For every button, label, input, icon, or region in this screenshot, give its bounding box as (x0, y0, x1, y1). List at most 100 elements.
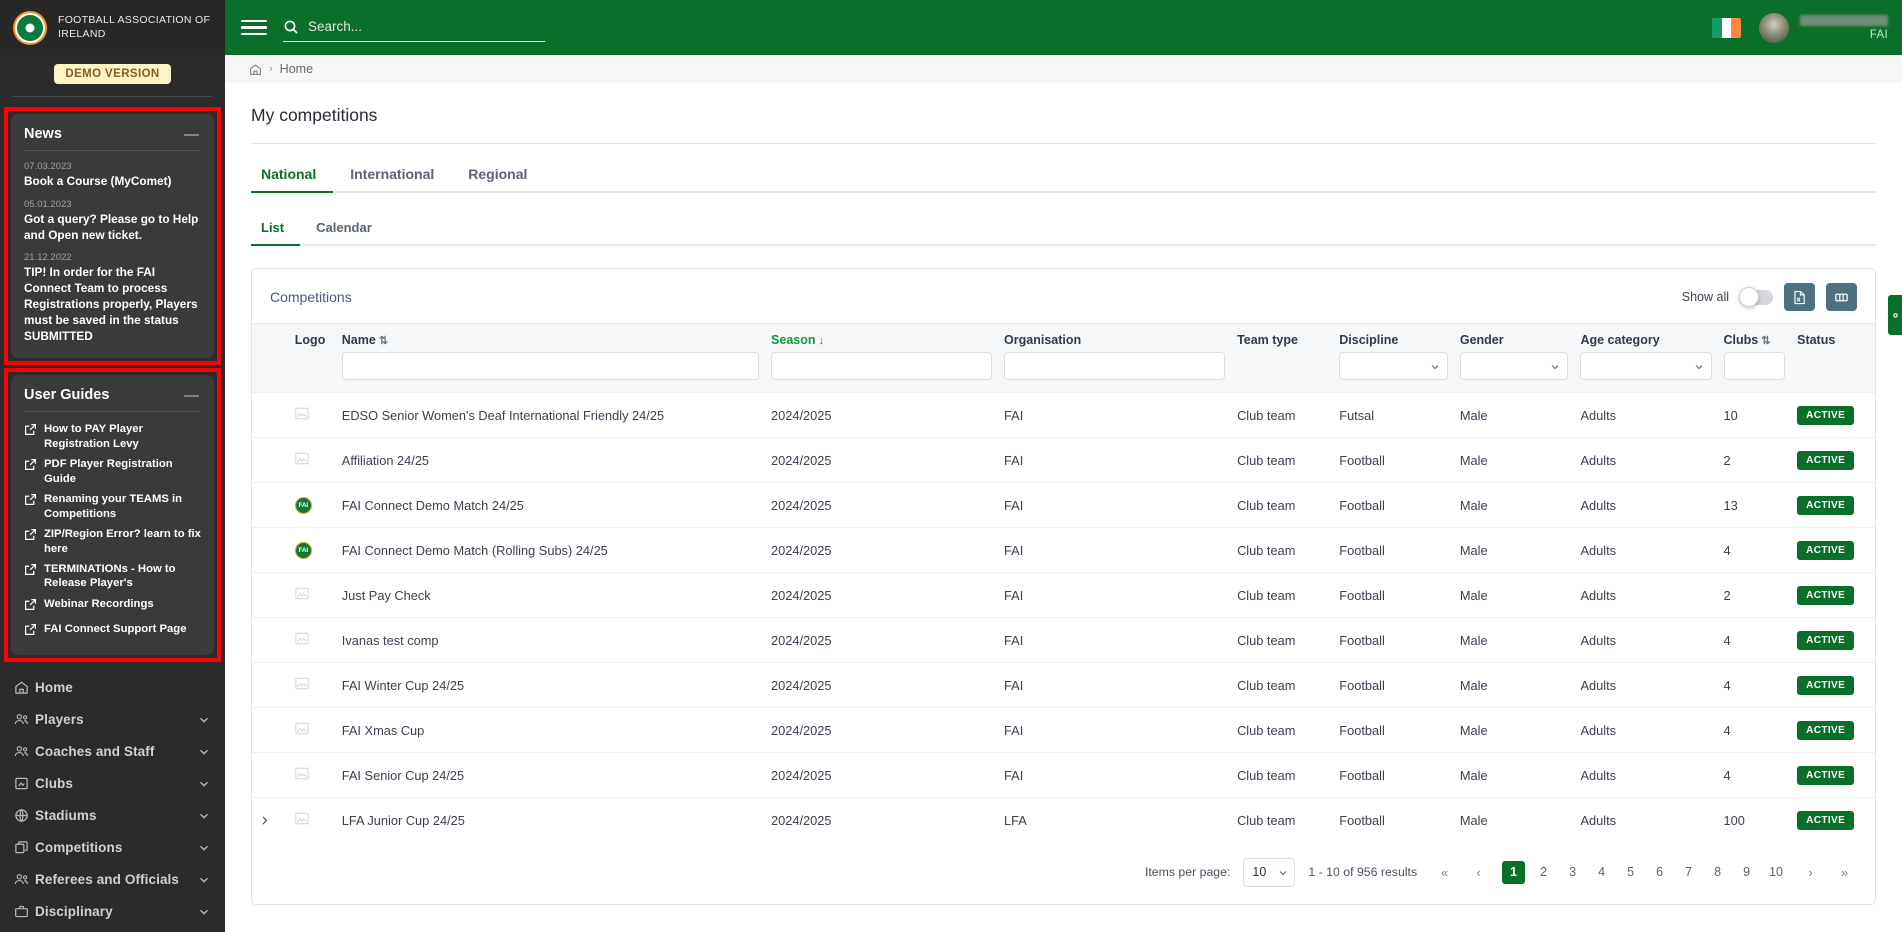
row-expand-cell[interactable] (252, 753, 289, 798)
page-number-1[interactable]: 1 (1502, 861, 1525, 884)
user-guide-link[interactable]: FAI Connect Support Page (24, 622, 201, 641)
page-last-button[interactable]: » (1834, 861, 1855, 884)
table-row[interactable]: FAIFAI Connect Demo Match (Rolling Subs)… (252, 528, 1875, 573)
page-number-8[interactable]: 8 (1707, 861, 1728, 884)
page-next-button[interactable]: › (1800, 861, 1821, 884)
page-number-5[interactable]: 5 (1620, 861, 1641, 884)
sidebar-item-referees-and-officials[interactable]: Referees and Officials (0, 864, 225, 896)
filter-name-input[interactable] (342, 352, 759, 380)
row-expand-cell[interactable] (252, 708, 289, 753)
news-item-title[interactable]: Got a query? Please go to Help and Open … (24, 212, 201, 244)
row-name[interactable]: FAI Winter Cup 24/25 (336, 663, 765, 708)
row-expand-cell[interactable] (252, 483, 289, 528)
news-card-header[interactable]: News — (24, 126, 201, 150)
row-name[interactable]: Ivanas test comp (336, 618, 765, 663)
row-expand-cell[interactable] (252, 393, 289, 438)
row-name[interactable]: Affiliation 24/25 (336, 438, 765, 483)
sidebar-item-competitions[interactable]: Competitions (0, 832, 225, 864)
filter-organisation-input[interactable] (1004, 352, 1225, 380)
page-number-3[interactable]: 3 (1562, 861, 1583, 884)
filter-gender-select[interactable] (1460, 352, 1569, 380)
hamburger-icon[interactable] (241, 20, 267, 36)
page-number-10[interactable]: 10 (1765, 861, 1787, 884)
user-guides-collapse-icon[interactable]: — (184, 388, 201, 403)
page-number-7[interactable]: 7 (1678, 861, 1699, 884)
row-expand-cell[interactable] (252, 573, 289, 618)
row-name[interactable]: EDSO Senior Women's Deaf International F… (336, 393, 765, 438)
brand-header[interactable]: FOOTBALL ASSOCIATION OF IRELAND (0, 0, 225, 55)
sidebar-item-stadiums[interactable]: Stadiums (0, 800, 225, 832)
news-item[interactable]: 05.01.2023 Got a query? Please go to Hel… (24, 199, 201, 244)
chevron-down-icon[interactable] (197, 809, 211, 823)
news-item[interactable]: 21.12.2022 TIP! In order for the FAI Con… (24, 252, 201, 344)
row-name[interactable]: FAI Connect Demo Match (Rolling Subs) 24… (336, 528, 765, 573)
breadcrumb-home-icon[interactable] (249, 63, 262, 76)
news-collapse-icon[interactable]: — (184, 127, 201, 142)
table-row[interactable]: Ivanas test comp2024/2025FAIClub teamFoo… (252, 618, 1875, 663)
side-help-tab[interactable] (1888, 295, 1902, 335)
sort-icon-season-desc[interactable]: ↓ (819, 335, 825, 347)
chevron-down-icon[interactable] (197, 905, 211, 919)
row-expand-cell[interactable] (252, 798, 289, 843)
sidebar-item-home[interactable]: Home (0, 672, 225, 704)
user-guide-link[interactable]: How to PAY Player Registration Levy (24, 422, 201, 451)
user-guide-link[interactable]: ZIP/Region Error? learn to fix here (24, 527, 201, 556)
news-item-title[interactable]: TIP! In order for the FAI Connect Team t… (24, 265, 201, 344)
table-row[interactable]: FAI Xmas Cup2024/2025FAIClub teamFootbal… (252, 708, 1875, 753)
page-prev-button[interactable]: ‹ (1468, 861, 1489, 884)
page-number-6[interactable]: 6 (1649, 861, 1670, 884)
sort-icon-name[interactable]: ⇅ (379, 335, 388, 347)
row-expand-cell[interactable] (252, 663, 289, 708)
search-input[interactable] (308, 19, 545, 34)
table-row[interactable]: EDSO Senior Women's Deaf International F… (252, 393, 1875, 438)
row-expand-cell[interactable] (252, 438, 289, 483)
filter-clubs-input[interactable] (1724, 352, 1786, 380)
user-guide-link[interactable]: Webinar Recordings (24, 597, 201, 616)
search-container[interactable] (283, 19, 545, 42)
row-name[interactable]: Just Pay Check (336, 573, 765, 618)
table-row[interactable]: LFA Junior Cup 24/252024/2025LFAClub tea… (252, 798, 1875, 843)
tab-list[interactable]: List (251, 213, 300, 246)
tab-national[interactable]: National (251, 158, 333, 193)
avatar[interactable] (1759, 13, 1789, 43)
filter-discipline-select[interactable] (1339, 352, 1448, 380)
row-expand-cell[interactable] (252, 528, 289, 573)
table-row[interactable]: FAI Senior Cup 24/252024/2025FAIClub tea… (252, 753, 1875, 798)
row-name[interactable]: FAI Connect Demo Match 24/25 (336, 483, 765, 528)
col-name[interactable]: Name⇅ (336, 324, 765, 353)
page-first-button[interactable]: « (1434, 861, 1455, 884)
column-settings-icon[interactable] (1826, 283, 1857, 311)
user-menu[interactable]: FAI (1800, 15, 1888, 41)
chevron-down-icon[interactable] (197, 713, 211, 727)
user-guides-card-header[interactable]: User Guides — (24, 387, 201, 411)
news-item[interactable]: 07.03.2023 Book a Course (MyComet) (24, 161, 201, 190)
tab-calendar[interactable]: Calendar (300, 213, 388, 246)
table-row[interactable]: Affiliation 24/252024/2025FAIClub teamFo… (252, 438, 1875, 483)
breadcrumb-current[interactable]: Home (280, 62, 313, 76)
user-guide-link[interactable]: Renaming your TEAMS in Competitions (24, 492, 201, 521)
tab-regional[interactable]: Regional (451, 158, 544, 193)
sidebar-item-clubs[interactable]: Clubs (0, 768, 225, 800)
row-expand-icon[interactable] (258, 814, 283, 827)
chevron-down-icon[interactable] (197, 841, 211, 855)
chevron-down-icon[interactable] (197, 873, 211, 887)
page-number-2[interactable]: 2 (1533, 861, 1554, 884)
table-row[interactable]: FAI Winter Cup 24/252024/2025FAIClub tea… (252, 663, 1875, 708)
table-row[interactable]: FAIFAI Connect Demo Match 24/252024/2025… (252, 483, 1875, 528)
row-name[interactable]: FAI Xmas Cup (336, 708, 765, 753)
filter-age-category-select[interactable] (1580, 352, 1711, 380)
col-season[interactable]: Season↓ (765, 324, 998, 353)
row-name[interactable]: FAI Senior Cup 24/25 (336, 753, 765, 798)
sidebar-item-disciplinary[interactable]: Disciplinary (0, 896, 225, 928)
row-expand-cell[interactable] (252, 618, 289, 663)
news-item-title[interactable]: Book a Course (MyComet) (24, 174, 201, 190)
user-guide-link[interactable]: PDF Player Registration Guide (24, 457, 201, 486)
user-guide-link[interactable]: TERMINATIONs - How to Release Player's (24, 562, 201, 591)
ireland-flag-icon[interactable] (1712, 18, 1741, 38)
page-number-9[interactable]: 9 (1736, 861, 1757, 884)
tab-international[interactable]: International (333, 158, 451, 193)
excel-export-icon[interactable] (1784, 283, 1815, 311)
col-clubs[interactable]: Clubs⇅ (1718, 324, 1792, 353)
items-per-page-select[interactable]: 10 (1243, 858, 1295, 887)
sort-icon-clubs[interactable]: ⇅ (1761, 335, 1770, 347)
